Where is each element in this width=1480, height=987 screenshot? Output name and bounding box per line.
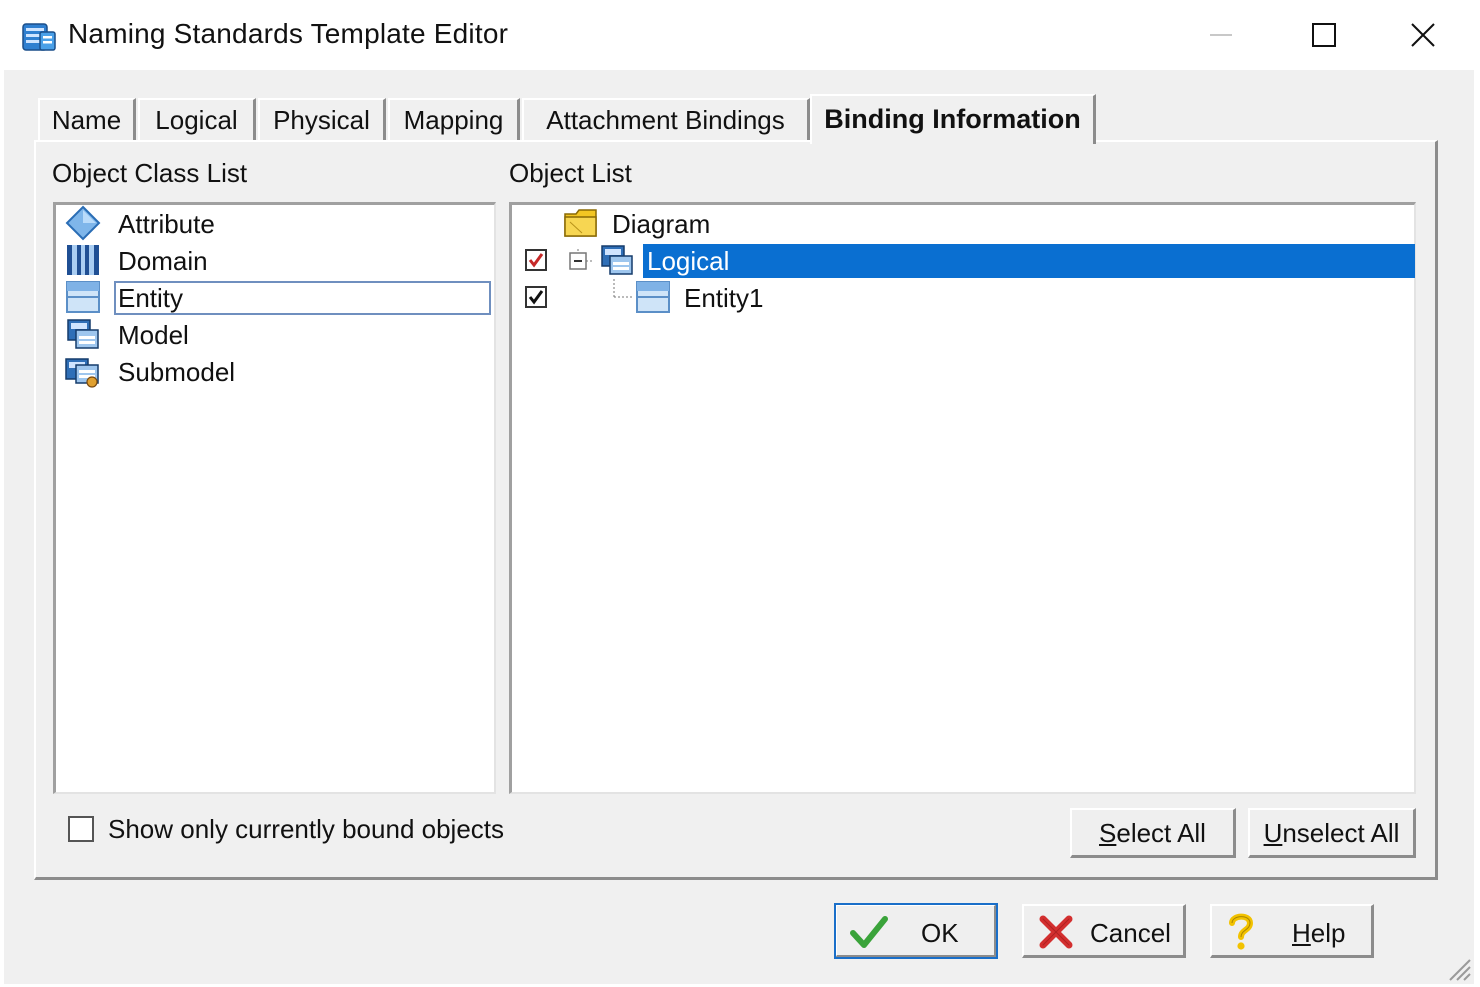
checkmark-icon xyxy=(850,916,888,948)
tree-item-label: Diagram xyxy=(612,209,711,239)
show-bound-label: Show only currently bound objects xyxy=(108,814,505,844)
help-button[interactable]: Help xyxy=(1210,904,1374,958)
tree-item-entity1[interactable]: Entity1 xyxy=(512,279,1414,315)
close-icon xyxy=(1411,23,1435,47)
minimize-button[interactable] xyxy=(1196,14,1246,56)
tree-connector-icon xyxy=(613,279,634,298)
select-all-mnemonic: S xyxy=(1099,818,1117,848)
help-mnemonic: H xyxy=(1292,918,1311,948)
object-list-tree[interactable]: Diagram Logical Entity1 xyxy=(509,202,1416,794)
window-title: Naming Standards Template Editor xyxy=(68,18,509,49)
list-item-label: Model xyxy=(118,320,189,350)
help-question-icon xyxy=(1229,913,1254,950)
object-class-listbox[interactable]: Attribute Domain Entity Model Submodel xyxy=(53,202,496,794)
close-button[interactable] xyxy=(1398,14,1448,56)
object-list-label: Object List xyxy=(509,158,632,188)
tab-mapping[interactable]: Mapping xyxy=(388,98,520,140)
entity-icon xyxy=(636,281,670,313)
cancel-label: Cancel xyxy=(1090,918,1171,948)
checkbox[interactable] xyxy=(525,286,547,308)
select-all-button[interactable]: Select All xyxy=(1070,808,1236,858)
help-label: elp xyxy=(1310,918,1346,948)
binding-information-panel: Object Class List Object List Attribute xyxy=(34,140,1438,880)
model-icon xyxy=(67,319,99,349)
maximize-icon xyxy=(1312,23,1336,47)
list-item-label: Domain xyxy=(118,246,208,276)
attribute-icon xyxy=(65,205,101,241)
list-item-label: Submodel xyxy=(118,357,236,387)
submodel-icon xyxy=(65,358,99,388)
check-icon xyxy=(528,253,544,268)
list-item-domain[interactable]: Domain xyxy=(56,242,494,278)
collapse-icon[interactable] xyxy=(568,249,592,273)
app-icon xyxy=(22,23,56,51)
tree-item-label: Logical xyxy=(643,244,1415,278)
checkbox[interactable] xyxy=(525,249,547,271)
list-item-attribute[interactable]: Attribute xyxy=(56,205,494,241)
tab-physical[interactable]: Physical xyxy=(258,98,386,140)
unselect-all-label: nselect All xyxy=(1282,818,1400,848)
unselect-all-button[interactable]: Unselect All xyxy=(1248,808,1416,858)
entity-icon xyxy=(66,281,100,313)
folder-icon xyxy=(564,209,597,237)
tree-item-diagram[interactable]: Diagram xyxy=(512,205,1414,241)
show-bound-checkbox[interactable] xyxy=(68,816,94,842)
tab-logical[interactable]: Logical xyxy=(138,98,256,140)
minimize-icon xyxy=(1210,34,1232,36)
tab-attachment-bindings[interactable]: Attachment Bindings xyxy=(522,98,810,140)
list-item-model[interactable]: Model xyxy=(56,316,494,352)
object-class-list-label: Object Class List xyxy=(52,158,248,188)
ok-button[interactable]: OK xyxy=(834,903,998,959)
tab-binding-information[interactable]: Binding Information xyxy=(810,94,1096,144)
cancel-x-icon xyxy=(1039,915,1073,949)
list-item-label: Entity xyxy=(114,281,491,315)
model-icon xyxy=(601,245,633,275)
dialog-client-area: Name Logical Physical Mapping Attachment… xyxy=(4,70,1474,984)
ok-label: OK xyxy=(921,918,959,948)
select-all-label: elect All xyxy=(1116,818,1206,848)
list-item-label: Attribute xyxy=(118,209,215,239)
dialog-window: Naming Standards Template Editor Name Lo… xyxy=(4,0,1474,984)
check-icon xyxy=(528,290,544,305)
domain-icon xyxy=(67,245,99,275)
list-item-entity[interactable]: Entity xyxy=(56,279,494,315)
tree-item-logical[interactable]: Logical xyxy=(512,242,1415,278)
title-bar[interactable]: Naming Standards Template Editor xyxy=(4,0,1474,70)
tab-name[interactable]: Name xyxy=(38,98,136,140)
cancel-button[interactable]: Cancel xyxy=(1022,904,1186,958)
unselect-all-mnemonic: U xyxy=(1263,818,1283,848)
maximize-button[interactable] xyxy=(1298,14,1348,56)
tree-item-label: Entity1 xyxy=(684,283,764,313)
list-item-submodel[interactable]: Submodel xyxy=(56,353,494,389)
resize-grip-icon[interactable] xyxy=(1444,954,1472,982)
